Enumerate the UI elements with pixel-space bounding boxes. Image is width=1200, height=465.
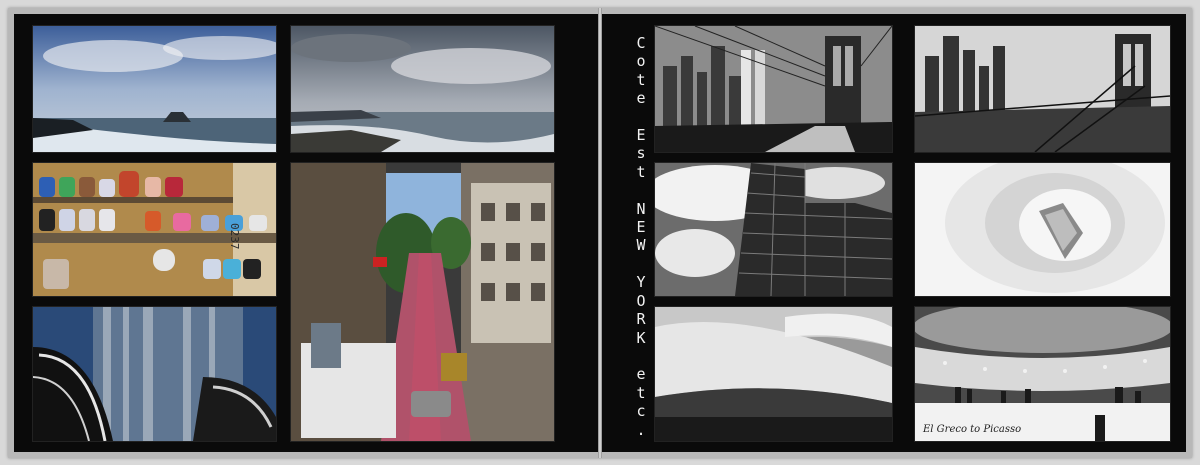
photo-bridge-2[interactable] bbox=[914, 25, 1171, 153]
title-char bbox=[630, 181, 652, 199]
title-char: s bbox=[636, 144, 646, 163]
photo-mailboxes[interactable]: 0237 bbox=[32, 162, 277, 297]
photo-guggenheim-interior[interactable] bbox=[914, 162, 1171, 297]
title-char: t bbox=[636, 162, 646, 181]
photo-coast-rock[interactable] bbox=[32, 25, 277, 153]
photo-glass-building[interactable] bbox=[654, 162, 893, 297]
title-char: Y bbox=[636, 273, 646, 292]
photo-coast-sky[interactable] bbox=[290, 25, 555, 153]
photo-bridge-1[interactable] bbox=[654, 25, 893, 153]
title-char: E bbox=[636, 218, 646, 237]
title-char: e bbox=[636, 365, 646, 384]
title-char: c bbox=[636, 402, 646, 421]
photo-guggenheim-exterior[interactable] bbox=[654, 306, 893, 442]
photo-guggenheim-ramp[interactable]: El Greco to Picasso bbox=[914, 306, 1171, 442]
title-char: t bbox=[636, 383, 646, 402]
title-char: C bbox=[636, 34, 646, 52]
photo-book-spread: 0237 C o t e E s t N E W Y O R K e t c .… bbox=[8, 8, 1192, 458]
title-char: E bbox=[636, 126, 646, 145]
title-char: N bbox=[636, 199, 646, 218]
page-title-vertical: Cote Est NEW YORK etc. bbox=[630, 34, 652, 444]
photo-street-hill[interactable] bbox=[290, 162, 555, 442]
svg-text:0237: 0237 bbox=[228, 223, 241, 250]
title-char: K bbox=[636, 328, 646, 347]
title-char: R bbox=[636, 310, 646, 329]
title-char: O bbox=[636, 291, 646, 310]
museum-sign-text: El Greco to Picasso bbox=[923, 424, 1022, 435]
title-char bbox=[630, 347, 652, 365]
title-char: o bbox=[636, 52, 646, 71]
photo-sculpture[interactable] bbox=[32, 306, 277, 442]
title-char: t bbox=[636, 70, 646, 89]
title-char bbox=[630, 108, 652, 126]
title-char: e bbox=[636, 89, 646, 108]
title-char: . bbox=[636, 420, 646, 439]
title-char: W bbox=[636, 236, 646, 255]
title-char bbox=[630, 255, 652, 273]
